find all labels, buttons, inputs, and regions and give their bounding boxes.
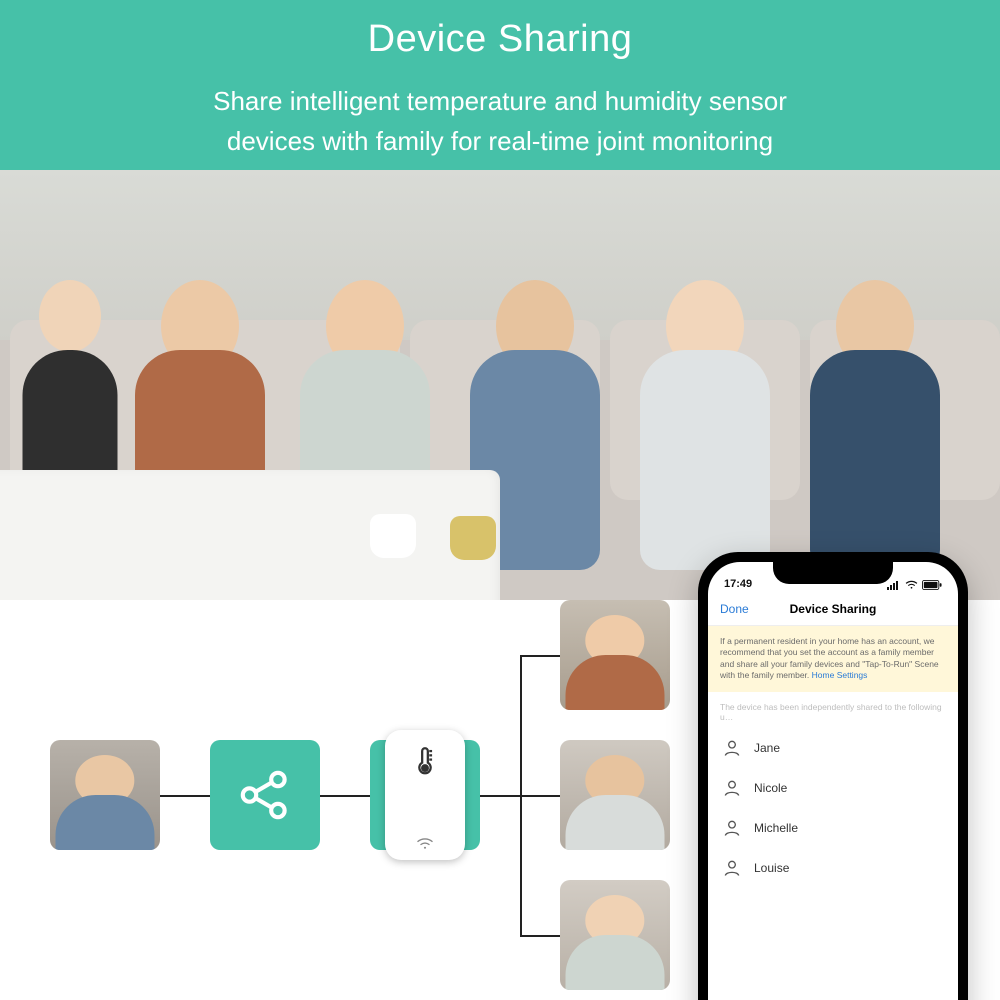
- phone-notch: [773, 562, 893, 584]
- done-button[interactable]: Done: [720, 602, 749, 616]
- phone-mock: 17:49 Done Device Sharing If a permanent…: [698, 552, 968, 1000]
- shared-user-name: Nicole: [754, 781, 787, 795]
- notice-banner: If a permanent resident in your home has…: [708, 626, 958, 692]
- wifi-status-icon: [905, 580, 918, 590]
- person-icon: [722, 858, 742, 878]
- person-icon: [722, 818, 742, 838]
- nav-bar: Done Device Sharing: [708, 592, 958, 626]
- hero-subtitle-line2: devices with family for real-time joint …: [0, 121, 1000, 161]
- diagram-member-avatar-3: [560, 880, 670, 990]
- person-icon: [722, 778, 742, 798]
- diagram-owner-avatar: [50, 740, 160, 850]
- shared-user-row[interactable]: Michelle: [708, 808, 958, 848]
- hero-title: Device Sharing: [0, 18, 1000, 61]
- person-icon: [722, 738, 742, 758]
- hero-banner: Device Sharing Share intelligent tempera…: [0, 0, 1000, 170]
- family-photo: [0, 170, 1000, 600]
- sensor-device: [385, 730, 465, 860]
- home-settings-link[interactable]: Home Settings: [812, 670, 868, 680]
- battery-icon: [922, 580, 942, 590]
- signal-icon: [887, 580, 901, 590]
- shared-user-name: Jane: [754, 741, 780, 755]
- diagram-member-avatar-2: [560, 740, 670, 850]
- status-time: 17:49: [724, 578, 752, 590]
- shared-user-name: Michelle: [754, 821, 798, 835]
- share-icon-tile: [210, 740, 320, 850]
- shared-user-name: Louise: [754, 861, 789, 875]
- share-nodes-icon: [234, 764, 296, 826]
- shared-user-row[interactable]: Jane: [708, 728, 958, 768]
- sharing-diagram: [0, 600, 700, 1000]
- shared-user-row[interactable]: Nicole: [708, 768, 958, 808]
- diagram-member-avatar-1: [560, 600, 670, 710]
- hero-subtitle-line1: Share intelligent temperature and humidi…: [0, 81, 1000, 121]
- shared-user-row[interactable]: Louise: [708, 848, 958, 888]
- screen-title: Device Sharing: [790, 602, 877, 616]
- device-tile: [370, 740, 480, 850]
- wifi-icon: [416, 838, 434, 850]
- list-caption: The device has been independently shared…: [708, 692, 958, 728]
- thermometer-icon: [408, 744, 442, 778]
